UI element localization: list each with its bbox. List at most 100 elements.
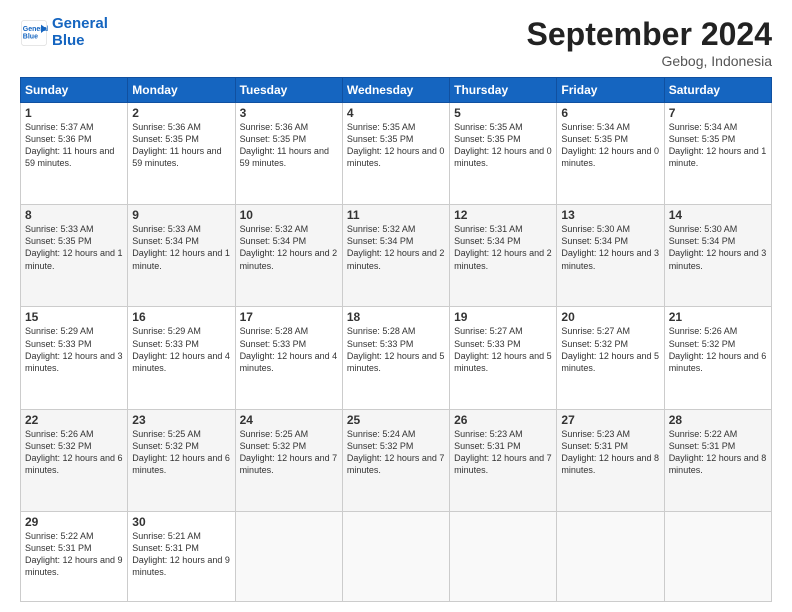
- day-number: 15: [25, 310, 123, 324]
- day-number: 7: [669, 106, 767, 120]
- day-info: Sunrise: 5:29 AMSunset: 5:33 PMDaylight:…: [132, 325, 230, 374]
- calendar-cell: 2Sunrise: 5:36 AMSunset: 5:35 PMDaylight…: [128, 103, 235, 205]
- calendar-cell: 17Sunrise: 5:28 AMSunset: 5:33 PMDayligh…: [235, 307, 342, 409]
- day-header-thursday: Thursday: [450, 78, 557, 103]
- day-info: Sunrise: 5:37 AMSunset: 5:36 PMDaylight:…: [25, 121, 123, 170]
- day-number: 3: [240, 106, 338, 120]
- calendar-cell: [664, 511, 771, 601]
- day-header-friday: Friday: [557, 78, 664, 103]
- calendar-cell: 4Sunrise: 5:35 AMSunset: 5:35 PMDaylight…: [342, 103, 449, 205]
- day-number: 21: [669, 310, 767, 324]
- day-number: 18: [347, 310, 445, 324]
- day-number: 29: [25, 515, 123, 529]
- calendar-cell: 1Sunrise: 5:37 AMSunset: 5:36 PMDaylight…: [21, 103, 128, 205]
- day-number: 8: [25, 208, 123, 222]
- day-info: Sunrise: 5:28 AMSunset: 5:33 PMDaylight:…: [347, 325, 445, 374]
- calendar-cell: 23Sunrise: 5:25 AMSunset: 5:32 PMDayligh…: [128, 409, 235, 511]
- day-info: Sunrise: 5:32 AMSunset: 5:34 PMDaylight:…: [240, 223, 338, 272]
- day-info: Sunrise: 5:30 AMSunset: 5:34 PMDaylight:…: [669, 223, 767, 272]
- week-row-1: 1Sunrise: 5:37 AMSunset: 5:36 PMDaylight…: [21, 103, 772, 205]
- day-number: 1: [25, 106, 123, 120]
- day-info: Sunrise: 5:26 AMSunset: 5:32 PMDaylight:…: [25, 428, 123, 477]
- day-number: 17: [240, 310, 338, 324]
- calendar-cell: 13Sunrise: 5:30 AMSunset: 5:34 PMDayligh…: [557, 205, 664, 307]
- calendar-cell: 6Sunrise: 5:34 AMSunset: 5:35 PMDaylight…: [557, 103, 664, 205]
- day-info: Sunrise: 5:27 AMSunset: 5:33 PMDaylight:…: [454, 325, 552, 374]
- day-number: 11: [347, 208, 445, 222]
- calendar-cell: 27Sunrise: 5:23 AMSunset: 5:31 PMDayligh…: [557, 409, 664, 511]
- day-info: Sunrise: 5:29 AMSunset: 5:33 PMDaylight:…: [25, 325, 123, 374]
- day-info: Sunrise: 5:35 AMSunset: 5:35 PMDaylight:…: [347, 121, 445, 170]
- svg-text:Blue: Blue: [23, 33, 38, 40]
- day-number: 12: [454, 208, 552, 222]
- location-label: Gebog, Indonesia: [527, 53, 772, 69]
- calendar-table: SundayMondayTuesdayWednesdayThursdayFrid…: [20, 77, 772, 602]
- day-number: 27: [561, 413, 659, 427]
- calendar-cell: 29Sunrise: 5:22 AMSunset: 5:31 PMDayligh…: [21, 511, 128, 601]
- day-number: 26: [454, 413, 552, 427]
- calendar-cell: 26Sunrise: 5:23 AMSunset: 5:31 PMDayligh…: [450, 409, 557, 511]
- calendar-cell: 21Sunrise: 5:26 AMSunset: 5:32 PMDayligh…: [664, 307, 771, 409]
- day-header-saturday: Saturday: [664, 78, 771, 103]
- logo-general: General: [52, 16, 108, 33]
- calendar-cell: 14Sunrise: 5:30 AMSunset: 5:34 PMDayligh…: [664, 205, 771, 307]
- week-row-2: 8Sunrise: 5:33 AMSunset: 5:35 PMDaylight…: [21, 205, 772, 307]
- day-info: Sunrise: 5:22 AMSunset: 5:31 PMDaylight:…: [669, 428, 767, 477]
- day-info: Sunrise: 5:23 AMSunset: 5:31 PMDaylight:…: [454, 428, 552, 477]
- calendar-cell: [235, 511, 342, 601]
- day-header-wednesday: Wednesday: [342, 78, 449, 103]
- calendar-cell: 10Sunrise: 5:32 AMSunset: 5:34 PMDayligh…: [235, 205, 342, 307]
- day-info: Sunrise: 5:35 AMSunset: 5:35 PMDaylight:…: [454, 121, 552, 170]
- day-info: Sunrise: 5:21 AMSunset: 5:31 PMDaylight:…: [132, 530, 230, 579]
- logo: General Blue General Blue: [20, 16, 108, 49]
- day-number: 10: [240, 208, 338, 222]
- day-info: Sunrise: 5:22 AMSunset: 5:31 PMDaylight:…: [25, 530, 123, 579]
- day-number: 22: [25, 413, 123, 427]
- title-block: September 2024 Gebog, Indonesia: [527, 16, 772, 69]
- calendar-cell: [557, 511, 664, 601]
- calendar-cell: 19Sunrise: 5:27 AMSunset: 5:33 PMDayligh…: [450, 307, 557, 409]
- day-info: Sunrise: 5:33 AMSunset: 5:34 PMDaylight:…: [132, 223, 230, 272]
- day-info: Sunrise: 5:34 AMSunset: 5:35 PMDaylight:…: [669, 121, 767, 170]
- calendar-cell: 25Sunrise: 5:24 AMSunset: 5:32 PMDayligh…: [342, 409, 449, 511]
- calendar-cell: 28Sunrise: 5:22 AMSunset: 5:31 PMDayligh…: [664, 409, 771, 511]
- header-row: SundayMondayTuesdayWednesdayThursdayFrid…: [21, 78, 772, 103]
- day-info: Sunrise: 5:23 AMSunset: 5:31 PMDaylight:…: [561, 428, 659, 477]
- day-number: 23: [132, 413, 230, 427]
- calendar-cell: 16Sunrise: 5:29 AMSunset: 5:33 PMDayligh…: [128, 307, 235, 409]
- day-info: Sunrise: 5:33 AMSunset: 5:35 PMDaylight:…: [25, 223, 123, 272]
- calendar-cell: 5Sunrise: 5:35 AMSunset: 5:35 PMDaylight…: [450, 103, 557, 205]
- calendar-cell: 18Sunrise: 5:28 AMSunset: 5:33 PMDayligh…: [342, 307, 449, 409]
- week-row-5: 29Sunrise: 5:22 AMSunset: 5:31 PMDayligh…: [21, 511, 772, 601]
- calendar-cell: 11Sunrise: 5:32 AMSunset: 5:34 PMDayligh…: [342, 205, 449, 307]
- day-number: 30: [132, 515, 230, 529]
- header: General Blue General Blue September 2024…: [20, 16, 772, 69]
- day-info: Sunrise: 5:32 AMSunset: 5:34 PMDaylight:…: [347, 223, 445, 272]
- day-info: Sunrise: 5:24 AMSunset: 5:32 PMDaylight:…: [347, 428, 445, 477]
- page: General Blue General Blue September 2024…: [0, 0, 792, 612]
- day-number: 5: [454, 106, 552, 120]
- day-number: 28: [669, 413, 767, 427]
- logo-icon: General Blue: [20, 19, 48, 47]
- calendar-cell: 20Sunrise: 5:27 AMSunset: 5:32 PMDayligh…: [557, 307, 664, 409]
- calendar-cell: 30Sunrise: 5:21 AMSunset: 5:31 PMDayligh…: [128, 511, 235, 601]
- day-header-sunday: Sunday: [21, 78, 128, 103]
- day-header-monday: Monday: [128, 78, 235, 103]
- day-number: 4: [347, 106, 445, 120]
- calendar-cell: 15Sunrise: 5:29 AMSunset: 5:33 PMDayligh…: [21, 307, 128, 409]
- calendar-cell: 3Sunrise: 5:36 AMSunset: 5:35 PMDaylight…: [235, 103, 342, 205]
- calendar-cell: 22Sunrise: 5:26 AMSunset: 5:32 PMDayligh…: [21, 409, 128, 511]
- day-info: Sunrise: 5:34 AMSunset: 5:35 PMDaylight:…: [561, 121, 659, 170]
- day-info: Sunrise: 5:31 AMSunset: 5:34 PMDaylight:…: [454, 223, 552, 272]
- day-number: 2: [132, 106, 230, 120]
- calendar-cell: 7Sunrise: 5:34 AMSunset: 5:35 PMDaylight…: [664, 103, 771, 205]
- calendar-cell: 24Sunrise: 5:25 AMSunset: 5:32 PMDayligh…: [235, 409, 342, 511]
- day-info: Sunrise: 5:36 AMSunset: 5:35 PMDaylight:…: [240, 121, 338, 170]
- day-header-tuesday: Tuesday: [235, 78, 342, 103]
- day-number: 24: [240, 413, 338, 427]
- day-info: Sunrise: 5:26 AMSunset: 5:32 PMDaylight:…: [669, 325, 767, 374]
- day-number: 19: [454, 310, 552, 324]
- calendar-cell: [342, 511, 449, 601]
- calendar-cell: 9Sunrise: 5:33 AMSunset: 5:34 PMDaylight…: [128, 205, 235, 307]
- day-number: 9: [132, 208, 230, 222]
